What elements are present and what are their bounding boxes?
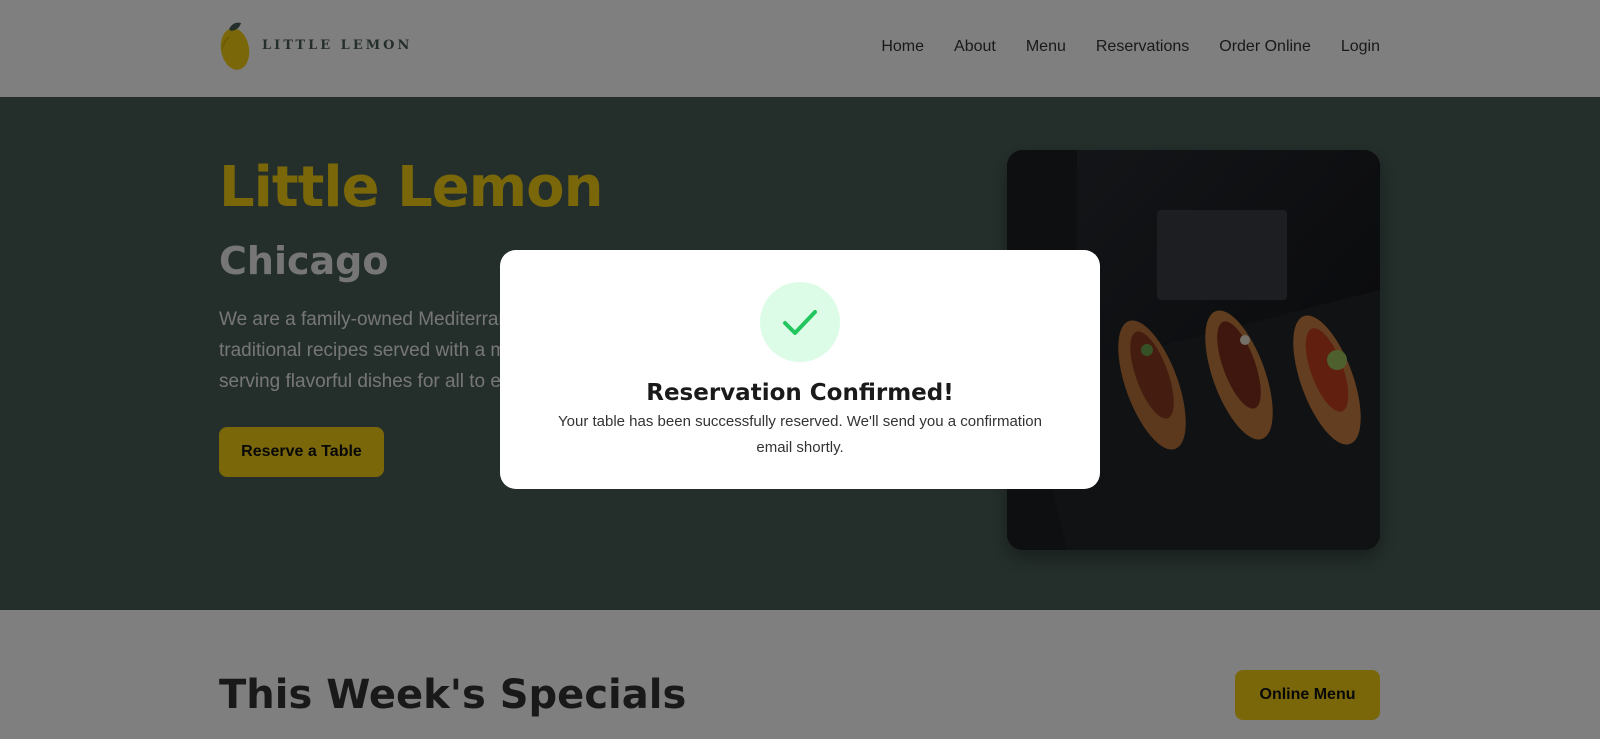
confirmation-modal: Reservation Confirmed! Your table has be… <box>500 250 1100 489</box>
check-icon <box>783 310 817 335</box>
modal-title: Reservation Confirmed! <box>646 380 954 406</box>
success-badge <box>760 282 840 362</box>
modal-message: Your table has been successfully reserve… <box>558 413 1042 456</box>
